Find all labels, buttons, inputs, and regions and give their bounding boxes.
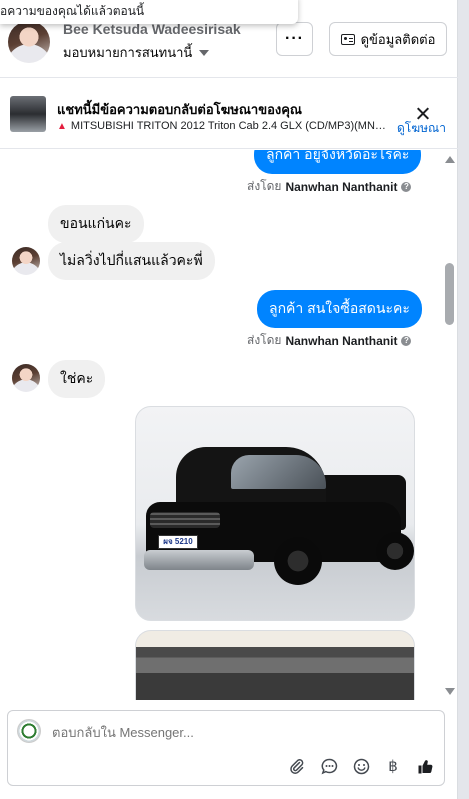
incoming-message[interactable]: ใช่คะ (48, 360, 106, 398)
view-contact-button[interactable]: ดูข้อมูลติดต่อ (329, 22, 447, 56)
incoming-message[interactable]: ขอนแก่นคะ (48, 205, 144, 243)
ad-description: ▲ MITSUBISHI TRITON 2012 Triton Cab 2.4 G… (57, 120, 393, 132)
outgoing-message[interactable]: ลูกค้า อยู่จังหวัดอะไรคะ (254, 150, 422, 174)
incoming-message[interactable]: ไม่ลวิ่งไปกี่แสนแล้วคะพี่ (48, 242, 215, 280)
truck-photo[interactable]: ผจ 5210 (135, 406, 415, 621)
outgoing-message[interactable]: ลูกค้า สนใจซื้อสดนะคะ (257, 290, 422, 328)
scroll-up-arrow[interactable] (445, 156, 455, 163)
sender-avatar (12, 247, 40, 275)
ad-banner-title: แชทนี้มีข้อความตอบกลับต่อโฆษณาของคุณ (57, 102, 302, 117)
sender-name: Nanwhan Nanthanit (285, 179, 398, 194)
contact-card-icon (340, 33, 355, 45)
more-options-button[interactable]: ··· (276, 22, 313, 56)
sender-avatar (12, 364, 40, 392)
license-plate: ผจ 5210 (158, 535, 198, 549)
car-icon: ▲ (57, 121, 67, 132)
scrollbar-thumb[interactable] (445, 263, 454, 325)
truck-interior-photo[interactable] (135, 630, 415, 700)
scroll-down-arrow[interactable] (445, 688, 455, 695)
info-icon[interactable]: ? (401, 335, 412, 346)
contact-avatar[interactable] (8, 21, 50, 63)
message-thread[interactable]: ลูกค้า อยู่จังหวัดอะไรคะ ส่งโดย Nanwhan … (0, 150, 458, 700)
ad-thumbnail[interactable] (10, 96, 46, 132)
reply-composer: ฿ (7, 710, 445, 786)
paperclip-icon[interactable] (287, 756, 307, 776)
chat-bubble-icon[interactable] (319, 756, 339, 776)
baht-icon[interactable]: ฿ (383, 756, 403, 776)
view-contact-label: ดูข้อมูลติดต่อ (360, 31, 436, 47)
smiley-icon[interactable] (351, 756, 371, 776)
ad-context-banner: แชทนี้มีข้อความตอบกลับต่อโฆษณาของคุณ ▲ MI… (0, 79, 458, 149)
assign-conversation-dropdown[interactable]: มอบหมายการสนทนานี้ (63, 42, 210, 63)
close-icon[interactable] (414, 105, 432, 123)
reply-input[interactable] (52, 725, 402, 740)
page-avatar (17, 719, 41, 743)
conversation-header: อความของคุณได้แล้วตอนนี้ Bee Ketsuda Wad… (0, 0, 458, 78)
sender-name: Nanwhan Nanthanit (285, 333, 398, 348)
caret-down-icon (199, 49, 210, 56)
messenger-panel: อความของคุณได้แล้วตอนนี้ Bee Ketsuda Wad… (0, 0, 458, 799)
thumbs-up-icon[interactable] (415, 756, 435, 776)
sent-by-label: ส่งโดย Nanwhan Nanthanit ? (247, 177, 412, 196)
assign-label: มอบหมายการสนทนานี้ (63, 45, 193, 60)
sent-by-label: ส่งโดย Nanwhan Nanthanit ? (247, 331, 412, 350)
info-icon[interactable]: ? (401, 181, 412, 192)
notification-toast: อความของคุณได้แล้วตอนนี้ (0, 0, 298, 24)
